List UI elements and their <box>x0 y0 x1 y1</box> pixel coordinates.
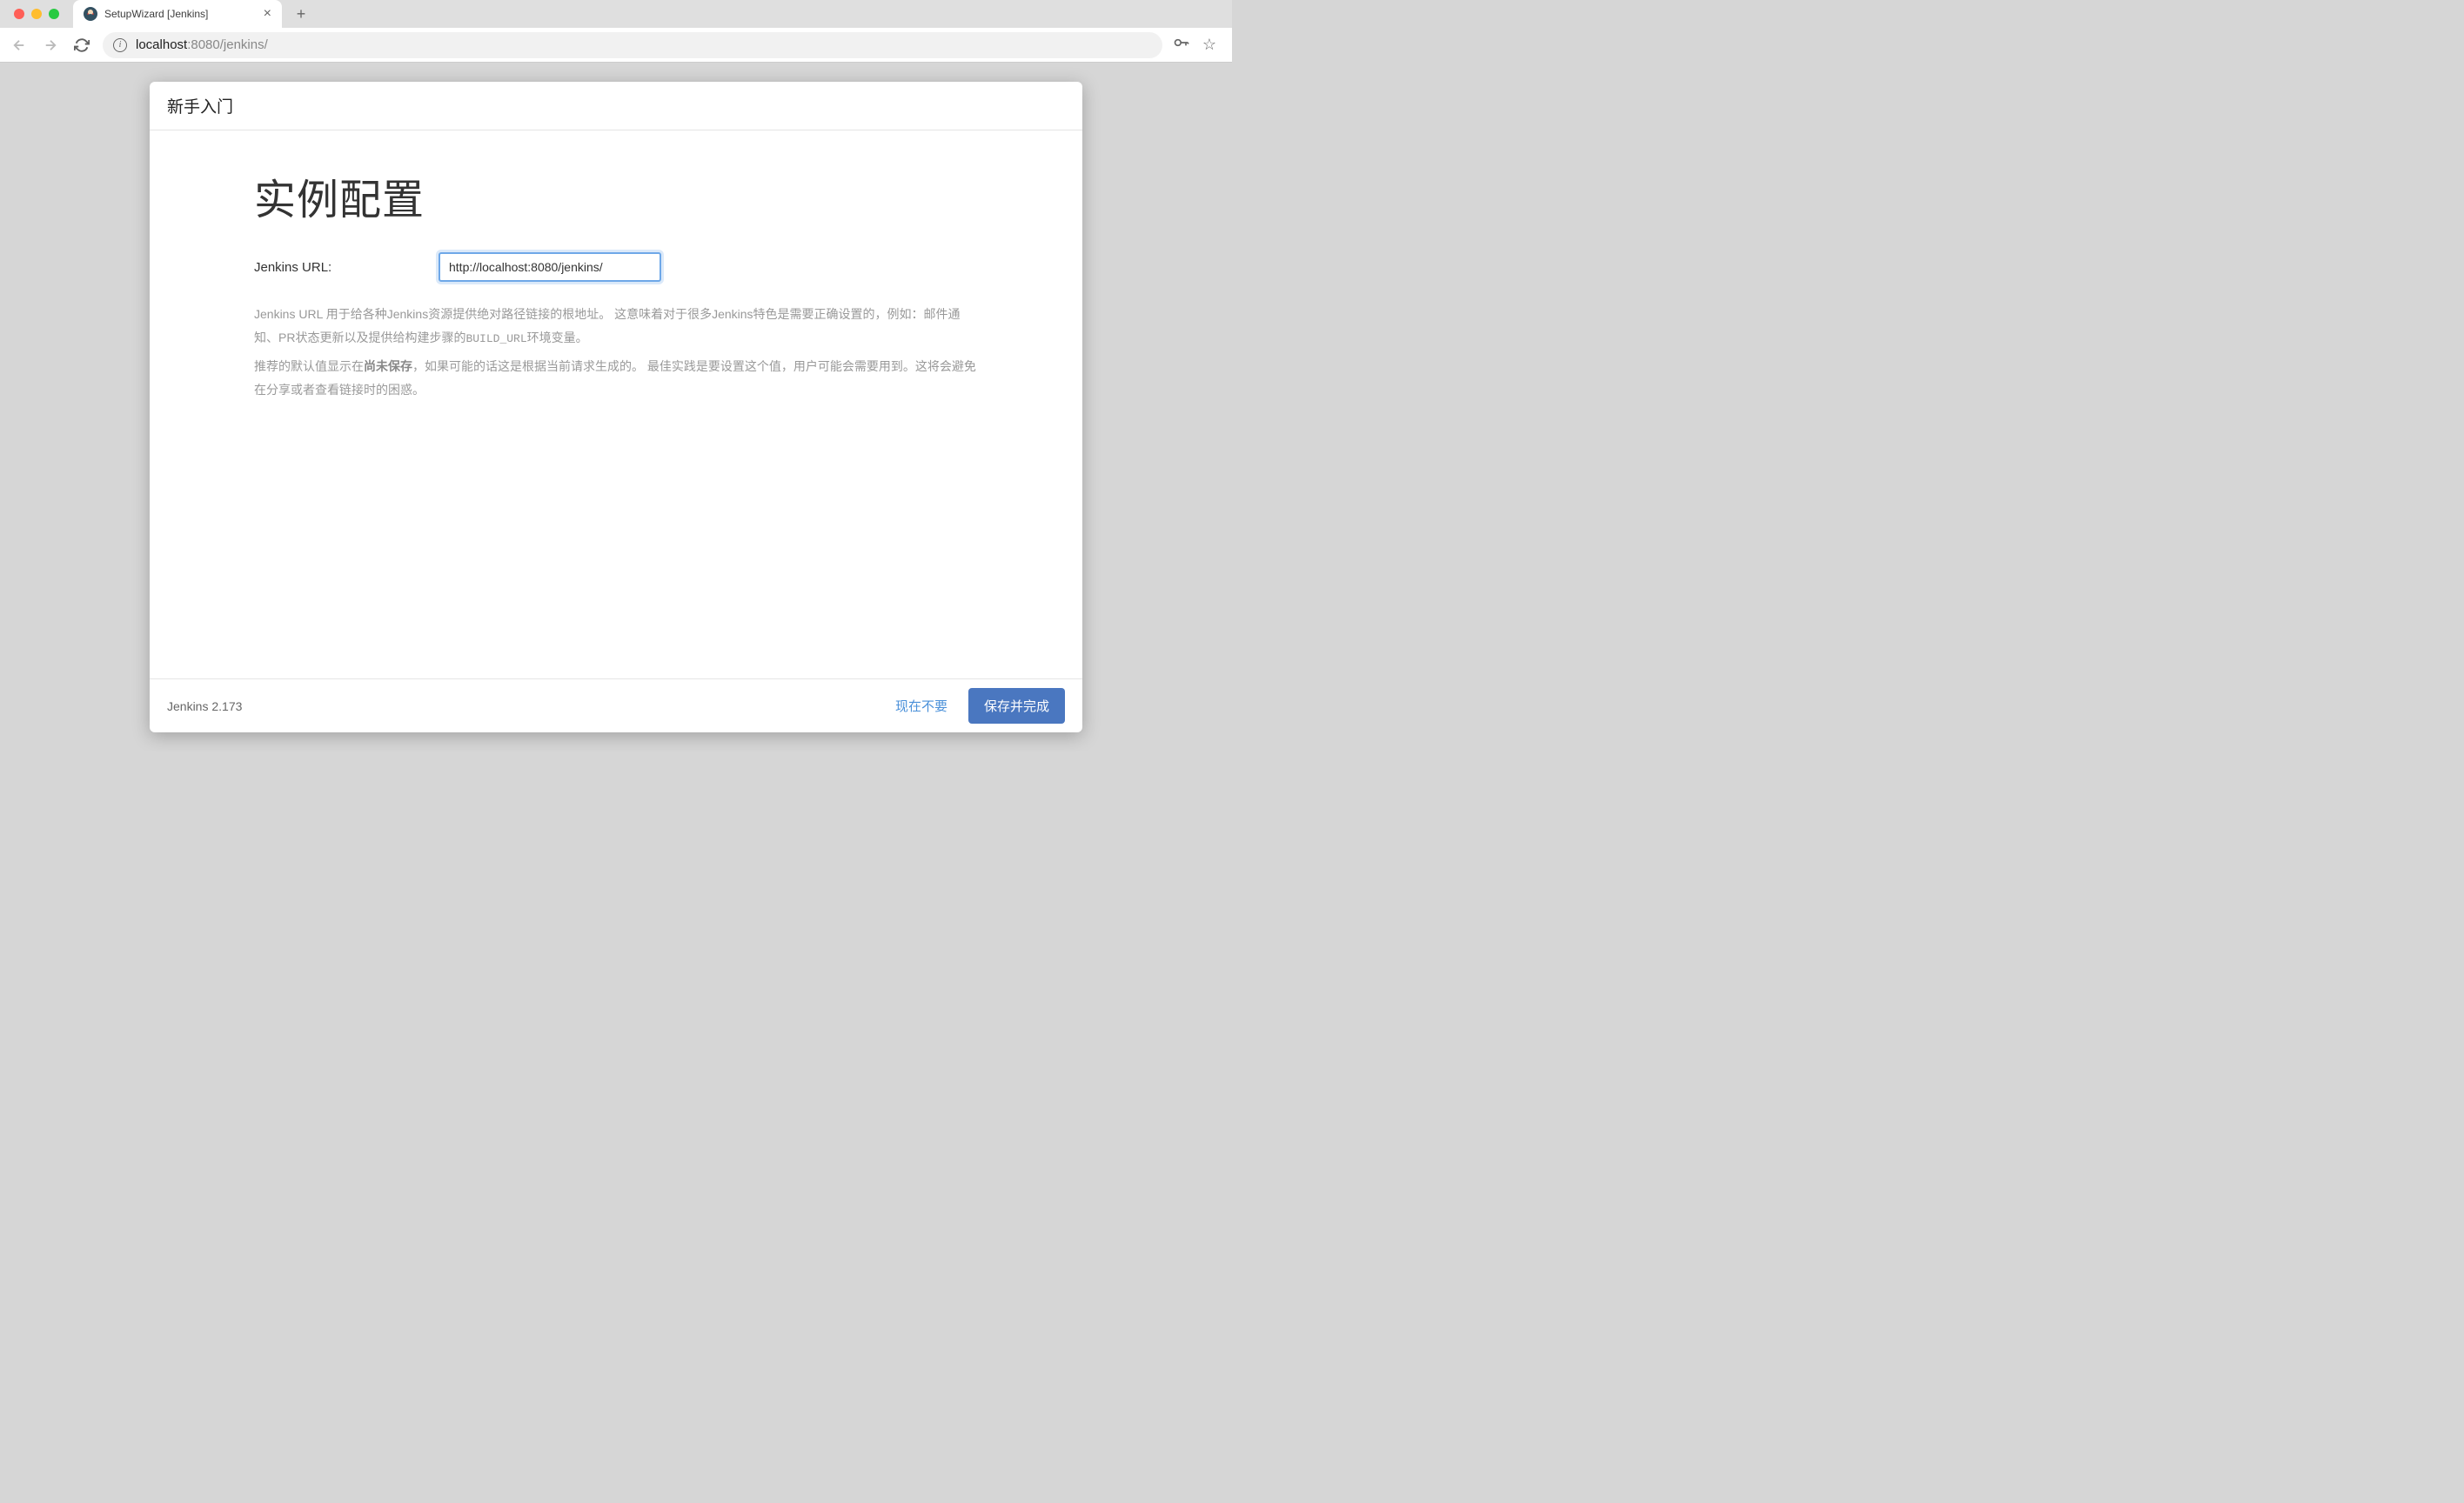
window-controls <box>7 9 66 19</box>
site-info-icon[interactable]: i <box>113 38 127 52</box>
jenkins-url-label: Jenkins URL: <box>254 260 439 275</box>
setup-wizard-modal: 新手入门 实例配置 Jenkins URL: Jenkins URL 用于给各种… <box>150 82 1082 732</box>
footer-actions: 现在不要 保存并完成 <box>887 688 1065 724</box>
modal-header-title: 新手入门 <box>167 94 1065 117</box>
jenkins-version: Jenkins 2.173 <box>167 699 887 713</box>
browser-tab[interactable]: SetupWizard [Jenkins] × <box>73 0 282 28</box>
browser-toolbar: i localhost:8080/jenkins/ ☆ <box>0 28 1232 62</box>
new-tab-button[interactable]: + <box>289 2 313 26</box>
browser-chrome: SetupWizard [Jenkins] × + i localhost:80… <box>0 0 1232 63</box>
forward-button[interactable] <box>40 35 61 56</box>
close-window-button[interactable] <box>14 9 24 19</box>
close-tab-icon[interactable]: × <box>264 7 271 21</box>
jenkins-url-input[interactable] <box>439 252 661 282</box>
page-title: 实例配置 <box>254 165 978 226</box>
tab-title: SetupWizard [Jenkins] <box>104 8 257 20</box>
modal-header: 新手入门 <box>150 82 1082 130</box>
bookmark-star-icon[interactable]: ☆ <box>1202 36 1216 54</box>
password-key-icon[interactable] <box>1173 34 1190 56</box>
modal-footer: Jenkins 2.173 现在不要 保存并完成 <box>150 678 1082 732</box>
page-content: 新手入门 实例配置 Jenkins URL: Jenkins URL 用于给各种… <box>0 63 1232 752</box>
skip-button[interactable]: 现在不要 <box>887 690 956 722</box>
tab-bar: SetupWizard [Jenkins] × + <box>0 0 1232 28</box>
description-paragraph-2: 推荐的默认值显示在尚未保存，如果可能的话这是根据当前请求生成的。 最佳实践是要设… <box>254 355 978 401</box>
jenkins-url-row: Jenkins URL: <box>254 252 978 282</box>
address-bar[interactable]: i localhost:8080/jenkins/ <box>103 32 1162 58</box>
description-paragraph-1: Jenkins URL 用于给各种Jenkins资源提供绝对路径链接的根地址。 … <box>254 303 978 350</box>
url-text: localhost:8080/jenkins/ <box>136 37 268 52</box>
toolbar-right: ☆ <box>1173 34 1223 56</box>
maximize-window-button[interactable] <box>49 9 59 19</box>
back-button[interactable] <box>9 35 30 56</box>
jenkins-favicon-icon <box>84 7 97 21</box>
save-and-finish-button[interactable]: 保存并完成 <box>968 688 1065 724</box>
minimize-window-button[interactable] <box>31 9 42 19</box>
modal-body: 实例配置 Jenkins URL: Jenkins URL 用于给各种Jenki… <box>150 130 1082 678</box>
reload-button[interactable] <box>71 35 92 56</box>
